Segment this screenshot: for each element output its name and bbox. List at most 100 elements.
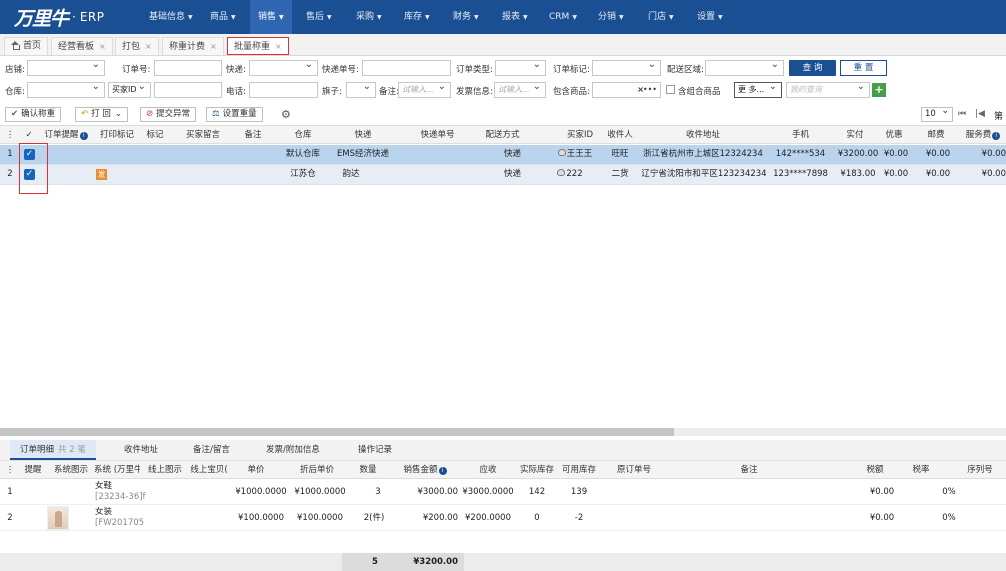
nav-crm[interactable]: CRM ▼ — [549, 0, 577, 34]
close-icon[interactable]: × — [145, 42, 152, 51]
tab-remarks[interactable]: 备注/留言 — [193, 440, 230, 460]
tab-address[interactable]: 收件地址 — [124, 440, 158, 460]
info-icon[interactable]: i — [992, 132, 1001, 140]
cell-receiver: 二货 — [611, 169, 629, 179]
table-row[interactable]: 2 ✓ 发 江苏仓 韵达 快递 222 二货 辽宁省沈阳市和平区12323423… — [0, 165, 1006, 185]
more-button[interactable]: 更 多... — [734, 82, 782, 98]
shop-select[interactable] — [27, 60, 105, 76]
invoice-select[interactable]: 试输入... — [494, 82, 546, 98]
flag-select[interactable] — [346, 82, 376, 98]
detail-row[interactable]: 1 女鞋 [23234-36]f ¥1000.0000 ¥1000.0000 3 … — [0, 479, 1006, 505]
set-weight-button[interactable]: ⚖ 设置重量 — [206, 107, 263, 122]
detail-row[interactable]: 2 女装 [FW201705 ¥100.0000 ¥100.0000 2(件) ¥… — [0, 505, 1006, 531]
more-icon[interactable]: ••• — [643, 83, 657, 97]
table-row[interactable]: 1 ✓ 默认仓库 EMS经济快递 快递 王王王 旺旺 浙江省杭州市上城区1232… — [0, 145, 1006, 165]
buyer-id-select[interactable]: 买家ID — [108, 82, 151, 98]
nav-purchase[interactable]: 采购 ▼ — [356, 0, 382, 34]
remark-select[interactable]: 试输入... — [398, 82, 451, 98]
col-original-order: 原订单号 — [616, 465, 651, 475]
top-nav: 万里牛 · ERP 基础信息 ▼ 商品 ▼ 销售 ▼ 售后 ▼ 采购 ▼ 库存 ▼ 财务 ▼ … — [0, 0, 1006, 34]
confirm-weigh-button[interactable]: ✔ 确认称重 — [5, 107, 62, 122]
delivery-area-select[interactable] — [705, 60, 784, 76]
query-button[interactable]: 查 询 — [789, 60, 836, 76]
nav-finance[interactable]: 财务 ▼ — [453, 0, 479, 34]
page-size-select[interactable]: 10 — [921, 105, 953, 122]
col-serial-no: 序列号 — [967, 465, 993, 475]
order-type-select[interactable] — [495, 60, 546, 76]
info-icon[interactable]: i — [79, 132, 88, 140]
nav-after-sales[interactable]: 售后 ▼ — [306, 0, 332, 34]
close-icon[interactable]: × — [99, 42, 106, 51]
caret-down-icon: ▼ — [188, 14, 193, 21]
phone-input[interactable] — [249, 82, 318, 98]
col-online-goods: 线上宝贝( — [190, 465, 228, 475]
mark-exception-button[interactable]: ⊘ 提交异常 — [140, 107, 197, 122]
ban-icon: ⊘ — [146, 109, 154, 119]
col-delivery: 配送方式 — [485, 130, 520, 140]
scrollbar-thumb[interactable] — [0, 428, 674, 436]
order-no-label: 订单号: — [122, 65, 151, 75]
order-no-input[interactable] — [154, 60, 222, 76]
nav-store[interactable]: 门店 ▼ — [648, 0, 674, 34]
add-query-button[interactable]: + — [872, 83, 886, 97]
express-select[interactable] — [249, 60, 318, 76]
my-query-select[interactable]: 我的查询 — [786, 82, 870, 98]
contains-goods-input[interactable]: × ••• — [592, 82, 661, 98]
nav-label: 库存 — [404, 12, 423, 22]
tab-invoice[interactable]: 发票/附加信息 — [266, 440, 320, 460]
tab-pack[interactable]: 打包 × — [115, 37, 159, 55]
logo[interactable]: 万里牛 · ERP — [14, 5, 105, 30]
col-menu[interactable]: ⋮ — [3, 461, 17, 479]
buyer-id-input[interactable] — [154, 82, 222, 98]
prev-page-icon[interactable]: |◀ — [975, 109, 985, 119]
cell-discount: ¥0.00 — [883, 149, 909, 159]
tab-operation-log[interactable]: 操作记录 — [358, 440, 392, 460]
tab-home[interactable]: 首页 — [4, 37, 49, 55]
gear-icon[interactable]: ⚙ — [281, 108, 291, 121]
col-service-fee: 服务费 i — [960, 126, 1006, 144]
col-sales-amount: 销售金额 i — [394, 461, 456, 479]
tab-batch-weigh[interactable]: 批量称重 × — [227, 37, 289, 55]
buyer-id-text: 王王王 — [566, 149, 593, 159]
tab-dashboard[interactable]: 经营看板 × — [51, 37, 113, 55]
nav-distribution[interactable]: 分销 ▼ — [598, 0, 624, 34]
col-menu[interactable]: ⋮ — [3, 126, 17, 144]
reset-button[interactable]: 重 置 — [840, 60, 887, 76]
cell-unit-price: ¥1000.0000 — [235, 487, 287, 497]
logo-erp: ERP — [79, 10, 105, 24]
tab-order-details[interactable]: 订单明细共 2 笔 — [10, 440, 96, 460]
buyer-chat-icon[interactable] — [557, 149, 566, 156]
cell-service-fee: ¥0.00 — [981, 169, 1006, 179]
cell-address: 辽宁省沈阳市和平区123234234 — [641, 169, 767, 179]
close-icon[interactable]: × — [210, 42, 217, 51]
cell-postage: ¥0.00 — [925, 169, 951, 179]
col-select-all[interactable]: ✓ — [22, 126, 36, 144]
cell-paid: ¥3200.00 — [837, 149, 879, 159]
tab-label: 打包 — [122, 42, 141, 52]
horizontal-scrollbar[interactable] — [0, 428, 1006, 436]
nav-reports[interactable]: 报表 ▼ — [502, 0, 528, 34]
col-system-image: 系统图示 — [53, 465, 88, 475]
nav-goods[interactable]: 商品 ▼ — [210, 0, 236, 34]
nav-settings[interactable]: 设置 ▼ — [697, 0, 723, 34]
col-label: 销售金额 — [403, 465, 438, 475]
col-express-no: 快递单号 — [420, 130, 455, 140]
info-icon[interactable]: i — [438, 467, 447, 475]
express-no-input[interactable] — [362, 60, 451, 76]
combo-goods-checkbox[interactable] — [666, 85, 675, 94]
col-quantity: 数量 — [359, 465, 377, 475]
first-page-icon[interactable]: ⏮ — [958, 109, 966, 119]
warehouse-select[interactable] — [27, 82, 105, 98]
close-icon[interactable]: × — [275, 42, 282, 51]
order-mark-select[interactable] — [592, 60, 661, 76]
caret-down-icon: ▼ — [669, 14, 674, 21]
nav-basic-info[interactable]: 基础信息 ▼ — [149, 0, 193, 34]
nav-inventory[interactable]: 库存 ▼ — [404, 0, 430, 34]
nav-sales[interactable]: 销售 ▼ — [250, 0, 292, 34]
tab-weigh-billing[interactable]: 称重计费 × — [162, 37, 224, 55]
print-button[interactable]: ↶ 打 回 ⌄ — [75, 107, 128, 122]
row-number: 1 — [7, 149, 13, 159]
buyer-chat-icon[interactable] — [557, 169, 566, 176]
shop-label: 店铺: — [5, 65, 25, 75]
product-thumbnail[interactable] — [47, 506, 69, 530]
